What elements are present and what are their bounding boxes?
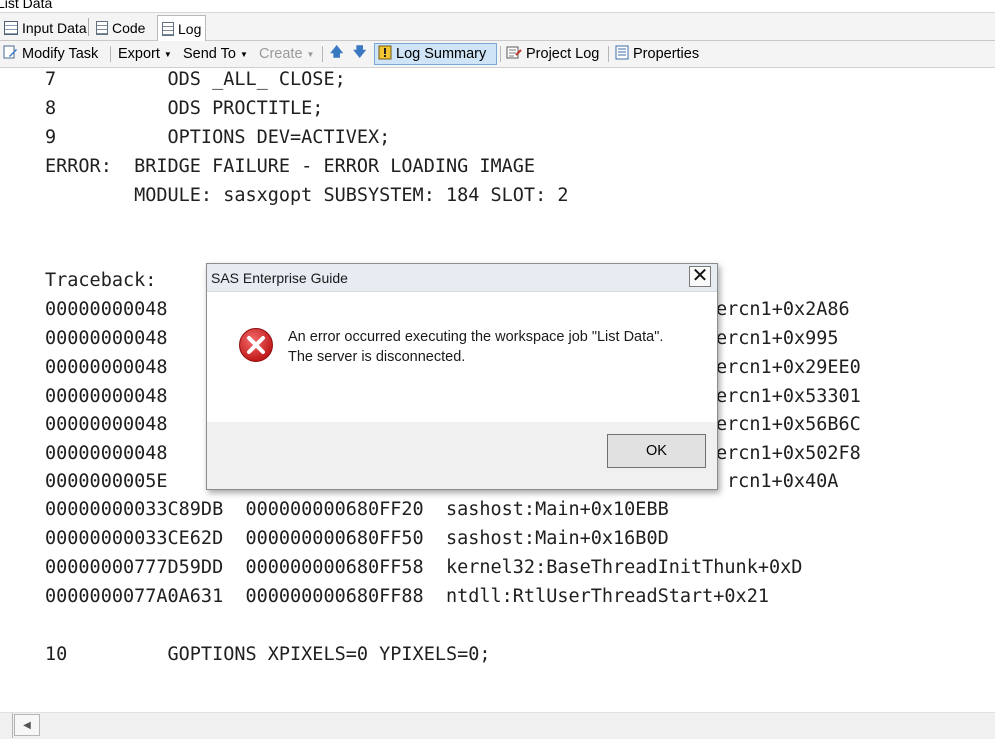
toolbar-divider: [322, 46, 323, 62]
trace-fragment: rcn1+0x40A: [727, 471, 839, 492]
dialog-title-bar: SAS Enterprise Guide ✕: [207, 264, 717, 292]
tab-divider: [88, 18, 89, 36]
arrow-up-icon: 🡅: [330, 44, 344, 59]
log-line: 00000000048: [45, 328, 168, 349]
properties-icon: [615, 45, 629, 64]
dialog-close-button[interactable]: ✕: [689, 266, 711, 287]
toolbar-divider: [608, 46, 609, 62]
trace-fragment: ercn1+0x29EE0: [716, 357, 861, 378]
log-line: 10 GOPTIONS XPIXELS=0 YPIXELS=0;: [45, 644, 491, 665]
tab-input-data[interactable]: Input Data: [0, 16, 91, 39]
project-log-icon: [506, 45, 522, 64]
trace-fragment: ercn1+0x56B6C: [716, 414, 861, 435]
toolbar-divider: [500, 46, 501, 62]
log-line: Traceback:: [45, 270, 157, 291]
log-error-line: MODULE: sasxgopt SUBSYSTEM: 184 SLOT: 2: [45, 185, 569, 206]
code-file-icon: [96, 20, 108, 35]
log-line: 0000000005E: [45, 471, 168, 492]
send-to-label: Send To: [183, 46, 236, 62]
dialog-title: SAS Enterprise Guide: [211, 270, 348, 286]
create-button[interactable]: Create ▼: [256, 43, 317, 65]
log-file-icon: [162, 21, 174, 36]
tab-strip: Input Data Code Log: [0, 13, 995, 41]
log-line: 00000000777D59DD 000000000680FF58 kernel…: [45, 557, 803, 578]
modify-task-icon: [3, 45, 18, 64]
tab-log-label: Log: [178, 20, 202, 37]
tab-input-data-label: Input Data: [22, 19, 87, 36]
chevron-down-icon: ▼: [306, 49, 315, 59]
log-line: 0000000077A0A631 000000000680FF88 ntdll:…: [45, 586, 769, 607]
window-title-bar: List Data: [0, 0, 995, 13]
chevron-down-icon: ▼: [239, 49, 248, 59]
tab-code-label: Code: [112, 19, 146, 36]
tab-code[interactable]: Code: [92, 16, 149, 39]
table-icon: [4, 20, 18, 35]
trace-fragment: ercn1+0x995: [716, 328, 839, 349]
log-line: 00000000048: [45, 443, 168, 464]
log-line: 7 ODS _ALL_ CLOSE;: [45, 69, 346, 90]
scroll-left-button[interactable]: ◀: [14, 714, 40, 736]
log-line: 8 ODS PROCTITLE;: [45, 98, 324, 119]
dialog-message-line-2: The server is disconnected.: [288, 349, 466, 365]
log-line: 00000000033C89DB 000000000680FF20 sashos…: [45, 499, 669, 520]
log-summary-button[interactable]: Log Summary: [374, 43, 497, 65]
project-log-label: Project Log: [526, 46, 600, 62]
scrollbar-edge: [0, 713, 13, 738]
previous-button[interactable]: 🡅: [327, 43, 346, 65]
log-line: 00000000048: [45, 386, 168, 407]
window-title: List Data: [0, 0, 53, 11]
export-label: Export: [118, 46, 160, 62]
log-line: 9 OPTIONS DEV=ACTIVEX;: [45, 127, 391, 148]
trace-fragment: ercn1+0x502F8: [716, 443, 861, 464]
create-label: Create: [259, 46, 303, 62]
send-to-button[interactable]: Send To ▼: [180, 43, 251, 65]
chevron-down-icon: ▼: [163, 49, 172, 59]
trace-fragment: ercn1+0x2A86: [716, 299, 850, 320]
chevron-left-icon: ◀: [23, 719, 31, 731]
log-error-line: ERROR: BRIDGE FAILURE - ERROR LOADING IM…: [45, 156, 536, 177]
log-line: 00000000048: [45, 299, 168, 320]
log-line: 00000000033CE62D 000000000680FF50 sashos…: [45, 528, 669, 549]
trace-fragment: ercn1+0x53301: [716, 386, 861, 407]
horizontal-scrollbar[interactable]: ◀: [0, 712, 995, 739]
log-line: 00000000048: [45, 357, 168, 378]
dialog-footer: OK: [207, 422, 717, 489]
export-button[interactable]: Export ▼: [115, 43, 175, 65]
error-icon: [239, 328, 273, 362]
dialog-body: An error occurred executing the workspac…: [207, 292, 717, 422]
arrow-down-icon: 🡇: [353, 44, 367, 59]
tab-log[interactable]: Log: [157, 15, 207, 41]
error-dialog: SAS Enterprise Guide ✕ An error occurred…: [206, 263, 718, 490]
log-line: 00000000048: [45, 414, 168, 435]
task-toolbar: Modify Task Export ▼ Send To ▼ Create ▼ …: [0, 41, 995, 68]
dialog-message-line-1: An error occurred executing the workspac…: [288, 329, 664, 345]
modify-task-button[interactable]: Modify Task: [0, 43, 101, 65]
close-icon: ✕: [691, 265, 709, 287]
project-log-button[interactable]: Project Log: [503, 43, 602, 65]
log-summary-icon: [378, 45, 392, 64]
properties-label: Properties: [633, 46, 700, 62]
toolbar-divider: [110, 46, 111, 62]
modify-task-label: Modify Task: [22, 46, 99, 62]
log-summary-label: Log Summary: [396, 46, 487, 62]
properties-button[interactable]: Properties: [612, 43, 702, 65]
next-button[interactable]: 🡇: [350, 43, 369, 65]
ok-button[interactable]: OK: [607, 434, 706, 468]
